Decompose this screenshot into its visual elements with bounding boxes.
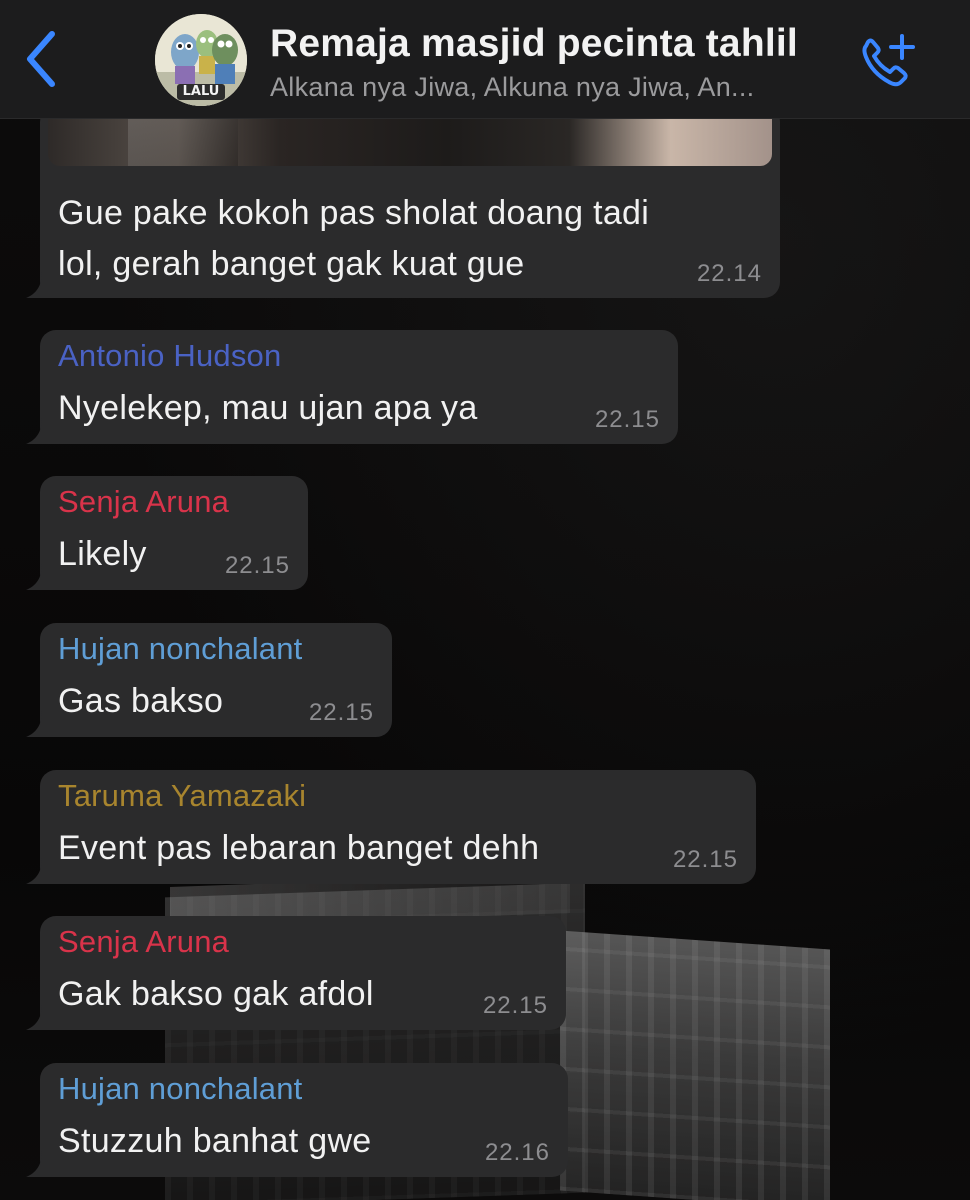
chevron-left-icon (27, 31, 55, 87)
bubble-tail (26, 1151, 56, 1177)
message-text: Likely (58, 535, 147, 573)
message-time: 22.14 (696, 260, 762, 287)
wallpaper-building-front (560, 930, 830, 1200)
phone-plus-icon (862, 34, 915, 87)
chat-header: LALU Remaja masjid pecinta tahlil Alkana… (0, 0, 970, 119)
message-time: 22.15 (594, 406, 660, 433)
message-bubble[interactable]: Hujan nonchalant Gas bakso 22.15 (26, 623, 392, 737)
message-sender[interactable]: Antonio Hudson (58, 338, 281, 374)
message-sender[interactable]: Senja Aruna (58, 924, 229, 960)
message-bubble[interactable]: Taruma Yamazaki Event pas lebaran banget… (26, 770, 756, 884)
message-time: 22.15 (482, 992, 548, 1019)
message-text-line: lol, gerah banget gak kuat gue (58, 245, 525, 283)
chat-screen: LALU Remaja masjid pecinta tahlil Alkana… (0, 0, 970, 1200)
message-sender[interactable]: Senja Aruna (58, 484, 229, 520)
message-bubble[interactable]: Senja Aruna Gak bakso gak afdol 22.15 (26, 916, 566, 1030)
group-title[interactable]: Remaja masjid pecinta tahlil (270, 22, 798, 66)
bubble-tail (26, 272, 56, 298)
message-text: Nyelekep, mau ujan apa ya (58, 389, 478, 427)
group-avatar[interactable]: LALU (155, 14, 247, 106)
bubble-tail (26, 564, 56, 590)
message-text-line: Gue pake kokoh pas sholat doang tadi (58, 194, 650, 232)
message-sender[interactable]: Taruma Yamazaki (58, 778, 306, 814)
bubble-tail (26, 418, 56, 444)
group-avatar-label: LALU (182, 84, 220, 99)
bubble-tail (26, 858, 56, 884)
message-time: 22.16 (484, 1139, 550, 1166)
message-sender[interactable]: Hujan nonchalant (58, 1071, 303, 1107)
add-call-button[interactable] (856, 30, 920, 92)
message-time: 22.15 (308, 699, 374, 726)
message-time: 22.15 (672, 846, 738, 873)
back-button[interactable] (18, 28, 68, 90)
bubble-tail (26, 1004, 56, 1030)
message-bubble[interactable]: Gue pake kokoh pas sholat doang tadi lol… (26, 106, 780, 298)
group-members-list[interactable]: Alkana nya Jiwa, Alkuna nya Jiwa, An... (270, 72, 754, 103)
bubble-tail (26, 711, 56, 737)
message-sender[interactable]: Hujan nonchalant (58, 631, 303, 667)
message-bubble[interactable]: Antonio Hudson Nyelekep, mau ujan apa ya… (26, 330, 678, 444)
message-text: Stuzzuh banhat gwe (58, 1122, 372, 1160)
message-text: Gas bakso (58, 682, 224, 720)
message-text: Event pas lebaran banget dehh (58, 829, 540, 867)
message-time: 22.15 (224, 552, 290, 579)
message-text: Gak bakso gak afdol (58, 975, 374, 1013)
message-bubble[interactable]: Hujan nonchalant Stuzzuh banhat gwe 22.1… (26, 1063, 568, 1177)
message-bubble[interactable]: Senja Aruna Likely 22.15 (26, 476, 308, 590)
